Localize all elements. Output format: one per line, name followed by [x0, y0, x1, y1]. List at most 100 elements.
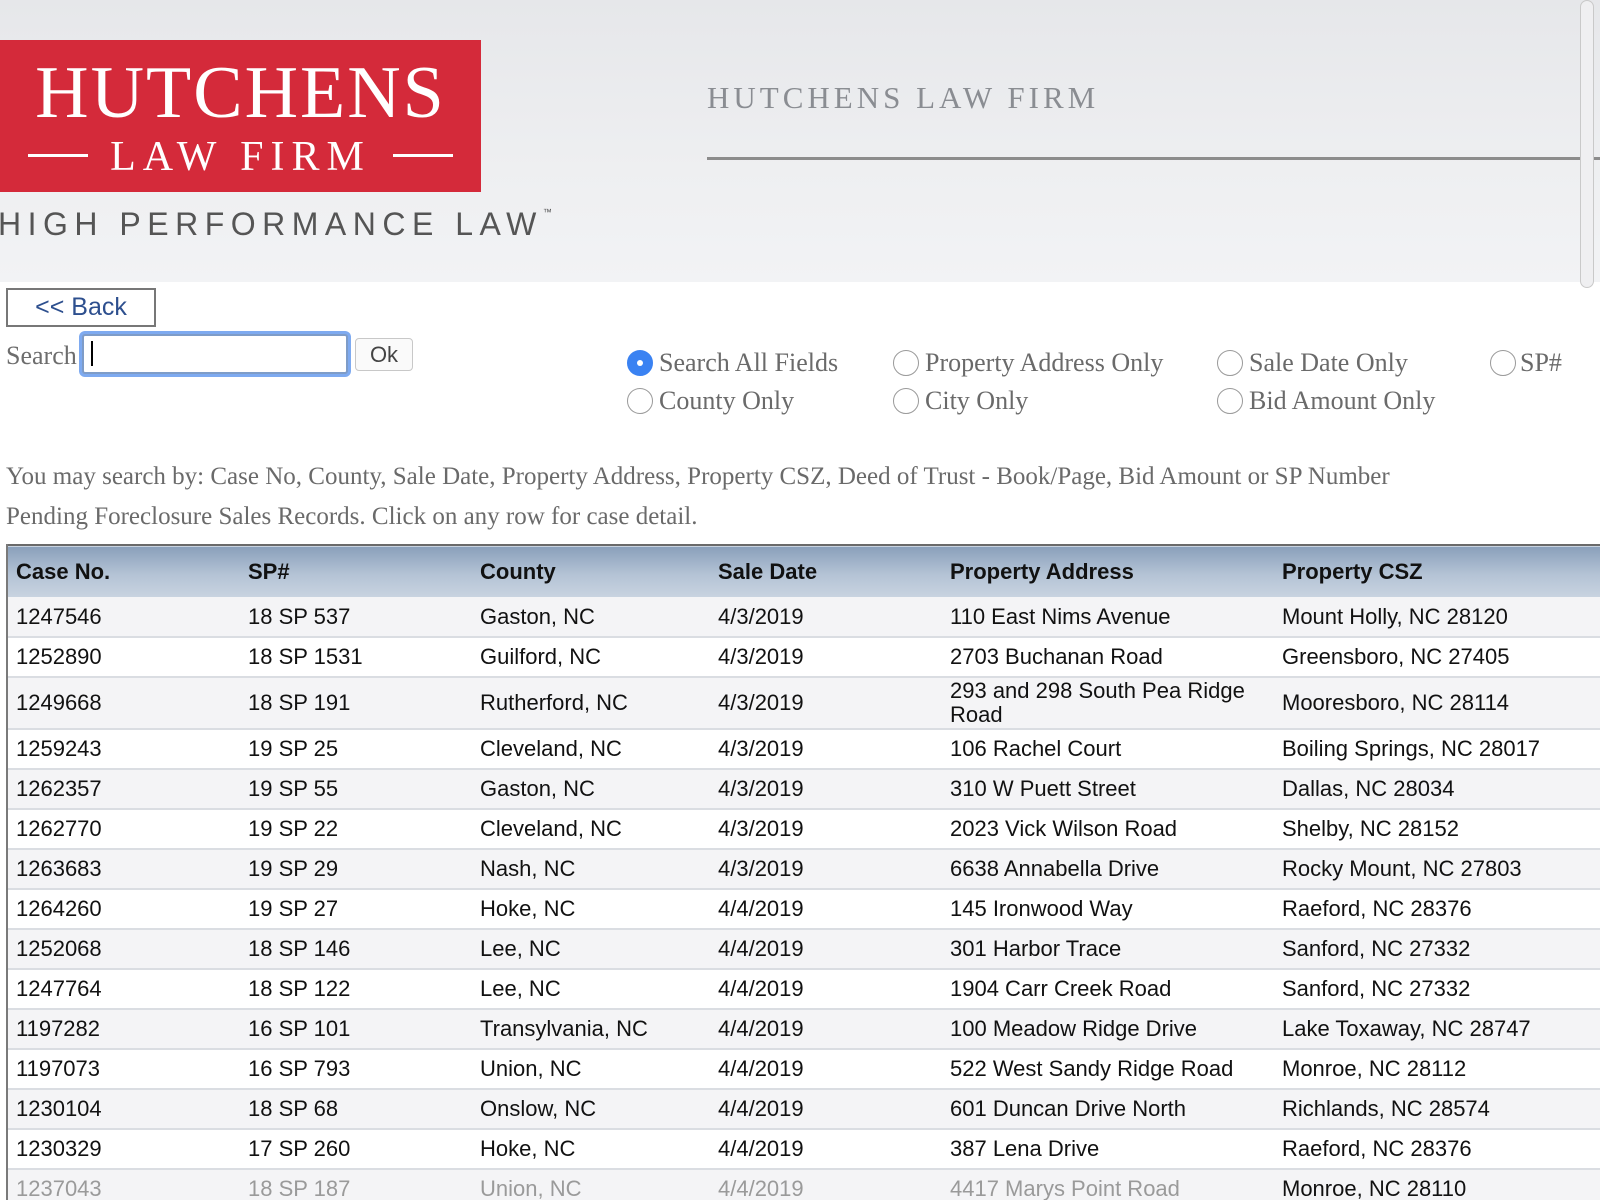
table-row[interactable]: 1230104 18 SP 68 Onslow, NC 4/4/2019 601…	[8, 1089, 1600, 1130]
cell-property-address: 522 West Sandy Ridge Road	[942, 1049, 1274, 1090]
cell-property-address: 2703 Buchanan Road	[942, 637, 1274, 678]
column-header-property-csz[interactable]: Property CSZ	[1274, 545, 1600, 597]
cell-county: Union, NC	[472, 1049, 710, 1090]
radio-city-only[interactable]: City Only	[893, 384, 1028, 418]
radio-sp-number[interactable]: SP#	[1490, 346, 1562, 380]
text-cursor	[91, 341, 93, 366]
cell-case-no: 1237043	[8, 1169, 240, 1200]
column-header-county[interactable]: County	[472, 545, 710, 597]
radio-unchecked-icon[interactable]	[893, 388, 919, 414]
radio-unchecked-icon[interactable]	[1217, 388, 1243, 414]
cell-sp-number: 19 SP 25	[240, 729, 472, 770]
records-hint: Pending Foreclosure Sales Records. Click…	[6, 503, 698, 530]
logo-name: HUTCHENS	[35, 52, 446, 134]
table-row[interactable]: 1262770 19 SP 22 Cleveland, NC 4/3/2019 …	[8, 809, 1600, 850]
cell-property-csz: Boiling Springs, NC 28017	[1274, 729, 1600, 770]
cell-property-csz: Rocky Mount, NC 27803	[1274, 849, 1600, 890]
cell-property-csz: Sanford, NC 27332	[1274, 929, 1600, 970]
cell-sale-date: 4/3/2019	[710, 597, 942, 638]
cell-sale-date: 4/3/2019	[710, 769, 942, 810]
radio-bid-amount-only[interactable]: Bid Amount Only	[1217, 384, 1435, 418]
cell-county: Hoke, NC	[472, 889, 710, 930]
cell-county: Rutherford, NC	[472, 677, 710, 730]
radio-unchecked-icon[interactable]	[1490, 350, 1516, 376]
cell-case-no: 1252068	[8, 929, 240, 970]
table-row[interactable]: 1247546 18 SP 537 Gaston, NC 4/3/2019 11…	[8, 597, 1600, 638]
table-header-row: Case No. SP# County Sale Date Property A…	[8, 545, 1600, 597]
firm-title: HUTCHENS LAW FIRM	[707, 80, 1100, 115]
table-row[interactable]: 1247764 18 SP 122 Lee, NC 4/4/2019 1904 …	[8, 969, 1600, 1010]
radio-label: Property Address Only	[925, 348, 1164, 377]
cell-sale-date: 4/3/2019	[710, 729, 942, 770]
search-label: Search	[6, 341, 77, 370]
cell-case-no: 1249668	[8, 677, 240, 730]
cell-county: Onslow, NC	[472, 1089, 710, 1130]
table-row[interactable]: 1230329 17 SP 260 Hoke, NC 4/4/2019 387 …	[8, 1129, 1600, 1170]
column-header-case-no[interactable]: Case No.	[8, 545, 240, 597]
table-row[interactable]: 1249668 18 SP 191 Rutherford, NC 4/3/201…	[8, 677, 1600, 730]
column-header-sp-number[interactable]: SP#	[240, 545, 472, 597]
cell-sp-number: 18 SP 68	[240, 1089, 472, 1130]
radio-label: County Only	[659, 386, 795, 415]
cell-property-address: 601 Duncan Drive North	[942, 1089, 1274, 1130]
radio-unchecked-icon[interactable]	[627, 388, 653, 414]
table-row[interactable]: 1262357 19 SP 55 Gaston, NC 4/3/2019 310…	[8, 769, 1600, 810]
cell-sp-number: 19 SP 29	[240, 849, 472, 890]
cell-property-csz: Sanford, NC 27332	[1274, 969, 1600, 1010]
cell-sale-date: 4/4/2019	[710, 889, 942, 930]
cell-case-no: 1262357	[8, 769, 240, 810]
cell-case-no: 1247546	[8, 597, 240, 638]
cell-county: Hoke, NC	[472, 1129, 710, 1170]
header-scrollbar[interactable]	[1580, 0, 1594, 288]
column-header-sale-date[interactable]: Sale Date	[710, 545, 942, 597]
cell-property-address: 6638 Annabella Drive	[942, 849, 1274, 890]
table-row[interactable]: 1264260 19 SP 27 Hoke, NC 4/4/2019 145 I…	[8, 889, 1600, 930]
cell-county: Lee, NC	[472, 969, 710, 1010]
cell-sale-date: 4/4/2019	[710, 969, 942, 1010]
radio-search-all-fields[interactable]: Search All Fields	[627, 346, 838, 380]
cell-sp-number: 16 SP 101	[240, 1009, 472, 1050]
cell-property-csz: Dallas, NC 28034	[1274, 769, 1600, 810]
cell-property-address: 100 Meadow Ridge Drive	[942, 1009, 1274, 1050]
table-row[interactable]: 1237043 18 SP 187 Union, NC 4/4/2019 441…	[8, 1169, 1600, 1200]
cell-county: Transylvania, NC	[472, 1009, 710, 1050]
cell-county: Cleveland, NC	[472, 809, 710, 850]
table-row[interactable]: 1259243 19 SP 25 Cleveland, NC 4/3/2019 …	[8, 729, 1600, 770]
cell-property-address: 293 and 298 South Pea Ridge Road	[942, 677, 1274, 730]
cell-county: Gaston, NC	[472, 769, 710, 810]
back-button[interactable]: << Back	[6, 288, 156, 327]
cell-sp-number: 18 SP 537	[240, 597, 472, 638]
table-row[interactable]: 1252068 18 SP 146 Lee, NC 4/4/2019 301 H…	[8, 929, 1600, 970]
foreclosure-table-container[interactable]: Case No. SP# County Sale Date Property A…	[6, 544, 1600, 1200]
cell-property-address: 387 Lena Drive	[942, 1129, 1274, 1170]
radio-checked-icon[interactable]	[627, 350, 653, 376]
table-row[interactable]: 1252890 18 SP 1531 Guilford, NC 4/3/2019…	[8, 637, 1600, 678]
cell-sp-number: 19 SP 22	[240, 809, 472, 850]
cell-case-no: 1197282	[8, 1009, 240, 1050]
column-header-property-address[interactable]: Property Address	[942, 545, 1274, 597]
header-divider	[707, 157, 1600, 160]
radio-sale-date-only[interactable]: Sale Date Only	[1217, 346, 1408, 380]
table-row[interactable]: 1197073 16 SP 793 Union, NC 4/4/2019 522…	[8, 1049, 1600, 1090]
radio-label: Sale Date Only	[1249, 348, 1408, 377]
cell-county: Union, NC	[472, 1169, 710, 1200]
ok-button[interactable]: Ok	[355, 338, 413, 371]
cell-case-no: 1262770	[8, 809, 240, 850]
search-input[interactable]	[82, 334, 348, 374]
firm-logo[interactable]: HUTCHENS LAW FIRM	[0, 40, 481, 192]
cell-sale-date: 4/4/2019	[710, 1169, 942, 1200]
table-row[interactable]: 1197282 16 SP 101 Transylvania, NC 4/4/2…	[8, 1009, 1600, 1050]
cell-sale-date: 4/3/2019	[710, 677, 942, 730]
cell-case-no: 1252890	[8, 637, 240, 678]
cell-county: Nash, NC	[472, 849, 710, 890]
radio-property-address-only[interactable]: Property Address Only	[893, 346, 1163, 380]
cell-property-csz: Monroe, NC 28112	[1274, 1049, 1600, 1090]
radio-unchecked-icon[interactable]	[893, 350, 919, 376]
cell-county: Lee, NC	[472, 929, 710, 970]
radio-county-only[interactable]: County Only	[627, 384, 794, 418]
cell-property-address: 301 Harbor Trace	[942, 929, 1274, 970]
table-row[interactable]: 1263683 19 SP 29 Nash, NC 4/3/2019 6638 …	[8, 849, 1600, 890]
tagline-text: HIGH PERFORMANCE LAW	[0, 206, 543, 242]
radio-unchecked-icon[interactable]	[1217, 350, 1243, 376]
cell-case-no: 1247764	[8, 969, 240, 1010]
